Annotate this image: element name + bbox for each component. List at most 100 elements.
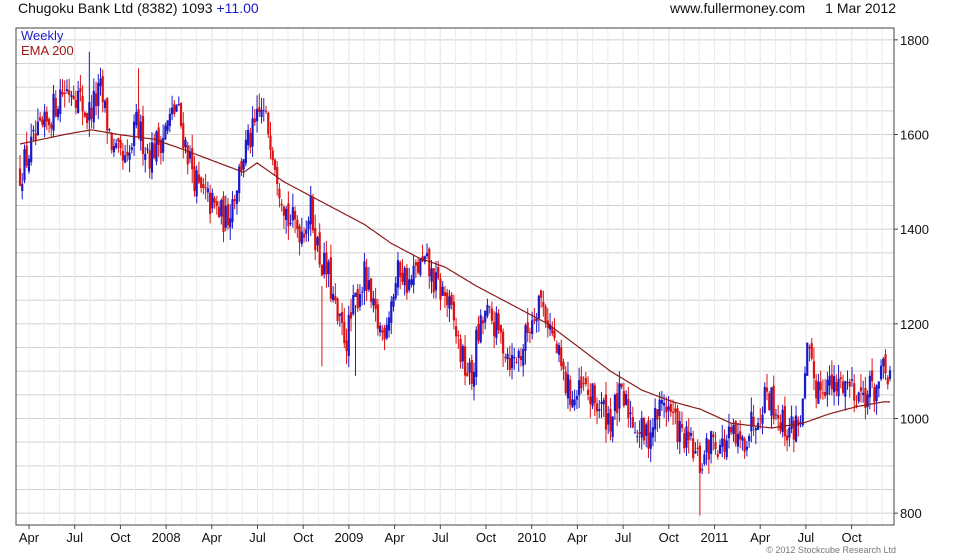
candle-body (752, 416, 755, 427)
candle-body (582, 383, 585, 385)
candle-body (217, 206, 221, 218)
candle-body (877, 381, 880, 389)
copyright-notice: © 2012 Stockcube Research Ltd (766, 545, 896, 555)
candle-body (446, 292, 449, 306)
candle-body (244, 139, 247, 164)
candle-body (300, 231, 303, 244)
candle-body (540, 290, 543, 298)
candle-body (595, 403, 599, 412)
candle-body (164, 125, 167, 140)
x-tick-label: Jul (615, 530, 632, 545)
candle-body (794, 415, 798, 442)
candle-body (260, 109, 263, 118)
candle-body (882, 358, 885, 367)
candle-body (146, 148, 149, 150)
candle-body (23, 149, 26, 181)
candle-body (815, 380, 818, 399)
candle-body (886, 377, 889, 385)
candle-body (370, 278, 373, 302)
candle-body (233, 199, 236, 202)
candle-body (204, 187, 207, 189)
candle-body (443, 292, 447, 296)
x-tick-label: Oct (659, 530, 680, 545)
candle-body (694, 451, 697, 454)
candle-body (573, 399, 576, 406)
candle-body (810, 343, 813, 359)
candle-body (450, 294, 453, 305)
candle-body (173, 103, 176, 114)
candle-body (806, 342, 809, 376)
candle-body (148, 150, 151, 169)
candle-body (88, 102, 91, 121)
candle-body (620, 383, 623, 388)
candle-body (817, 381, 820, 404)
candle-body (247, 129, 250, 146)
candle-body (669, 404, 672, 412)
candle-body (495, 312, 498, 338)
candle-body (569, 379, 572, 405)
axes-group: 800 1000 1200 1400 1600 1800 Apr Jul Oct 2008 Apr J… (19, 33, 929, 545)
candle-body (472, 371, 476, 387)
candle-body (586, 389, 590, 395)
x-tick-label: Jul (798, 530, 815, 545)
candle-body (571, 399, 574, 408)
candle-body (77, 90, 80, 113)
candle-body (622, 391, 625, 406)
candle-body (645, 424, 648, 437)
candle-body (875, 385, 878, 402)
candle-body (316, 237, 319, 246)
chart-legend: Weekly EMA 200 (21, 28, 74, 58)
chart-grid (16, 28, 894, 525)
candle-body (43, 111, 46, 128)
candle-body (544, 306, 547, 322)
candle-body (651, 427, 655, 438)
candle-body (361, 291, 364, 293)
candle-body (383, 327, 386, 340)
candle-body (515, 361, 518, 363)
candle-body (27, 158, 31, 172)
candle-body (285, 208, 288, 221)
candle-body (430, 268, 433, 282)
candle-body (837, 378, 840, 397)
candle-body (519, 355, 523, 361)
candle-body (273, 159, 277, 170)
candle-body (338, 313, 341, 316)
candle-body (242, 159, 245, 170)
candle-body (441, 286, 444, 296)
candle-body (859, 387, 863, 392)
candle-body (631, 417, 634, 428)
candle-body (387, 317, 391, 331)
candle-body (347, 314, 350, 356)
candle-body (278, 188, 281, 199)
x-tick-label: Apr (384, 530, 405, 545)
candle-body (748, 436, 751, 441)
candle-body (828, 375, 831, 386)
candle-body (356, 288, 359, 309)
candle-body (336, 298, 339, 321)
candle-body (781, 409, 784, 433)
x-tick-label: Oct (841, 530, 862, 545)
candle-body (786, 435, 789, 441)
candle-body (137, 109, 140, 138)
candle-body (416, 261, 420, 273)
candle-body (249, 132, 252, 148)
candle-body (150, 142, 154, 173)
candle-body (155, 131, 158, 162)
candle-body (671, 411, 675, 413)
candle-body (777, 414, 780, 419)
candle-body (763, 386, 766, 413)
candle-body (602, 400, 605, 405)
candle-body (830, 374, 833, 390)
candle-body (468, 362, 471, 373)
candle-body (412, 265, 415, 286)
candle-body (497, 313, 500, 331)
candle-body (788, 427, 791, 438)
candle-body (609, 408, 612, 432)
candle-body (298, 226, 301, 243)
candle-body (674, 408, 677, 413)
candle-body (607, 413, 610, 425)
candle-body (311, 197, 315, 231)
candle-body (709, 431, 713, 455)
candle-body (481, 320, 485, 324)
candle-body (211, 192, 214, 209)
